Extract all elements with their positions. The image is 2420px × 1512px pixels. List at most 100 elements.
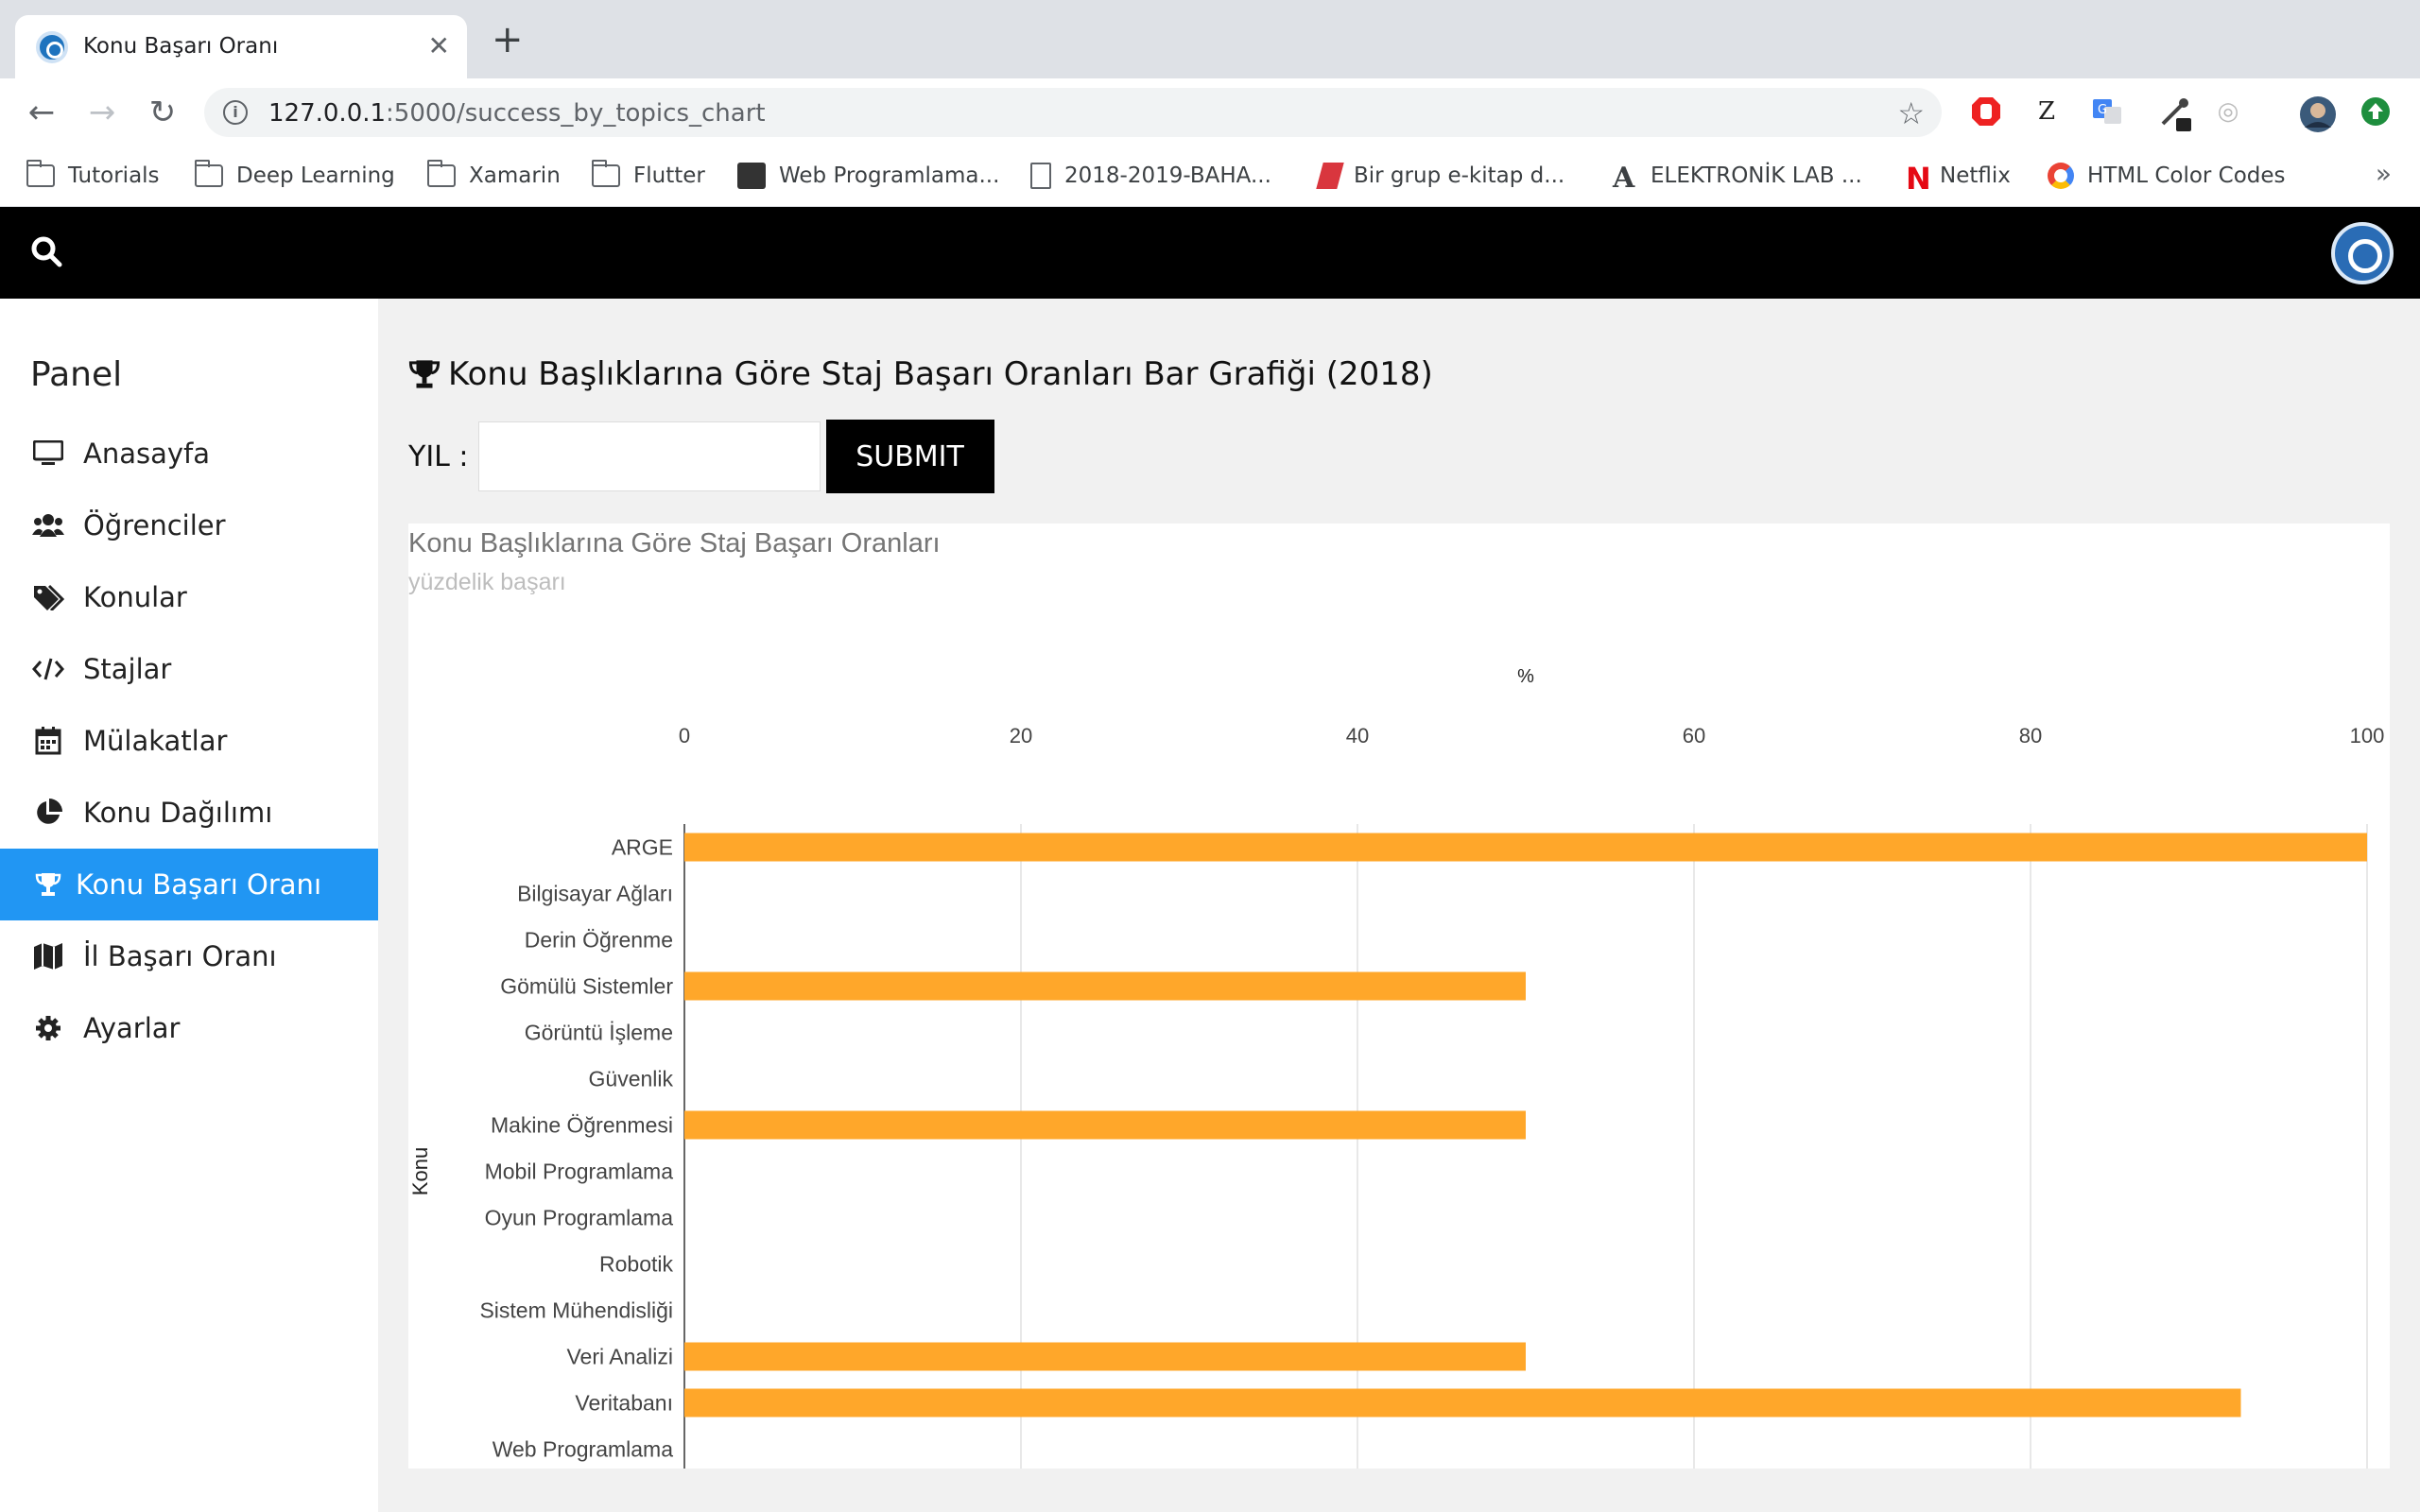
app-topbar: [0, 207, 2420, 299]
university-logo: [2331, 222, 2394, 284]
sidebar-item-konular[interactable]: Konular: [0, 561, 378, 633]
translate-extension-icon[interactable]: G: [2091, 95, 2123, 128]
y-axis-label: Konu: [408, 1147, 432, 1195]
adblock-extension-icon[interactable]: [1970, 95, 2002, 128]
calendar-icon: [32, 727, 64, 755]
camera-extension-icon[interactable]: ◎: [2212, 95, 2244, 128]
y-tick-label: Makine Öğrenmesi: [491, 1113, 673, 1138]
tab-title: Konu Başarı Oranı: [83, 34, 279, 59]
y-tick-label: Mobil Programlama: [485, 1160, 674, 1184]
web-bookmark-icon: [737, 163, 766, 189]
sidebar-item-stajlar[interactable]: Stajlar: [0, 633, 378, 705]
y-tick-label: ARGE: [612, 835, 673, 860]
bar: [684, 971, 1526, 1001]
chart-container: Konu Başlıklarına Göre Staj Başarı Oranl…: [408, 524, 2390, 1469]
y-tick-label: Gömülü Sistemler: [500, 974, 673, 999]
browser-tabstrip: Konu Başarı Oranı ✕ +: [0, 0, 2420, 78]
sidebar-item-il-basari-orani[interactable]: İl Başarı Oranı: [0, 920, 378, 992]
folder-icon: [592, 160, 620, 187]
address-bar[interactable]: i 127.0.0.1:5000/success_by_topics_chart…: [204, 88, 1942, 137]
svg-text:G: G: [2098, 103, 2107, 117]
bookmark-elektronik-lab[interactable]: A ELEKTRONİK LAB ...: [1613, 160, 1862, 195]
bookmark-flutter[interactable]: Flutter: [592, 160, 705, 192]
sidebar-item-ogrenciler[interactable]: Öğrenciler: [0, 490, 378, 561]
bookmark-xamarin[interactable]: Xamarin: [427, 160, 561, 192]
bar-chart: Konu Başlıklarına Göre Staj Başarı Oranl…: [408, 528, 2385, 1469]
bookmark-e-kitap[interactable]: Bir grup e-kitap d...: [1316, 160, 1564, 192]
x-axis-label: %: [1517, 666, 1534, 687]
y-tick-label: Derin Öğrenme: [525, 928, 673, 953]
url-text: 127.0.0.1:5000/success_by_topics_chart: [268, 99, 766, 128]
sidebar-item-anasayfa[interactable]: Anasayfa: [0, 418, 378, 490]
x-tick-label: 80: [2019, 724, 2042, 747]
bookmark-html-color-codes[interactable]: HTML Color Codes: [2048, 160, 2286, 192]
eyedropper-extension-icon[interactable]: [2157, 95, 2191, 131]
y-tick-label: Web Programlama: [493, 1437, 674, 1462]
y-tick-label: Veri Analizi: [566, 1345, 673, 1369]
bar: [684, 1110, 1526, 1140]
browser-tab[interactable]: Konu Başarı Oranı ✕: [15, 15, 467, 78]
update-arrow-icon[interactable]: [2360, 95, 2392, 128]
tags-icon: [32, 583, 64, 611]
site-info-icon[interactable]: i: [223, 100, 248, 125]
bookmark-netflix[interactable]: N Netflix: [1906, 160, 2011, 197]
document-icon: [1030, 163, 1051, 189]
site-favicon-icon: [36, 31, 68, 63]
bar: [684, 833, 2367, 862]
x-tick-label: 40: [1346, 724, 1369, 747]
x-tick-label: 100: [2350, 724, 2385, 747]
more-bookmarks-chevron-icon[interactable]: »: [2376, 158, 2392, 189]
trophy-icon: [32, 870, 64, 899]
year-input[interactable]: [477, 421, 821, 491]
bookmark-web-programlama[interactable]: Web Programlama...: [737, 160, 999, 192]
pie-chart-icon: [32, 799, 64, 827]
page-title-text: Konu Başlıklarına Göre Staj Başarı Oranl…: [448, 355, 1433, 393]
chart-title: Konu Başlıklarına Göre Staj Başarı Oranl…: [408, 528, 941, 558]
browser-toolbar: ← → ↻ i 127.0.0.1:5000/success_by_topics…: [0, 78, 2420, 146]
y-tick-label: Görüntü İşleme: [525, 1021, 673, 1045]
folder-icon: [195, 160, 223, 187]
x-tick-label: 60: [1683, 724, 1705, 747]
y-tick-label: Sistem Mühendisliği: [479, 1298, 673, 1323]
new-tab-plus-icon[interactable]: +: [492, 21, 524, 59]
bookmarks-bar: Tutorials Deep Learning Xamarin Flutter …: [0, 146, 2420, 207]
sidebar-item-ayarlar[interactable]: Ayarlar: [0, 992, 378, 1064]
search-icon[interactable]: [30, 235, 62, 267]
chart-subtitle: yüzdelik başarı: [408, 569, 566, 595]
x-tick-label: 0: [679, 724, 690, 747]
back-arrow-icon[interactable]: ←: [23, 94, 60, 131]
folder-icon: [26, 160, 55, 187]
trophy-icon: [408, 360, 441, 388]
bookmark-2018-2019[interactable]: 2018-2019-BAHA...: [1030, 160, 1271, 192]
forward-arrow-icon[interactable]: →: [83, 94, 121, 131]
code-icon: [32, 655, 64, 683]
bookmark-deep-learning[interactable]: Deep Learning: [195, 160, 395, 192]
bookmark-star-icon[interactable]: ☆: [1897, 95, 1925, 131]
sidebar-item-mulakatlar[interactable]: Mülakatlar: [0, 705, 378, 777]
sidebar-title: Panel: [30, 355, 123, 394]
folder-icon: [427, 160, 456, 187]
y-tick-label: Bilgisayar Ağları: [517, 882, 673, 906]
color-wheel-icon: [2048, 163, 2074, 189]
gear-icon: [32, 1014, 64, 1042]
bar: [684, 1388, 2241, 1418]
tab-close-icon[interactable]: ✕: [428, 30, 450, 61]
y-tick-label: Oyun Programlama: [485, 1206, 674, 1230]
bar: [684, 1342, 1526, 1371]
netflix-icon: N: [1906, 161, 1931, 197]
year-form: YIL : SUBMIT: [408, 420, 994, 493]
y-tick-label: Güvenlik: [589, 1067, 674, 1091]
sidebar: Panel Anasayfa Öğrenciler Konular Stajla…: [0, 299, 378, 1512]
bookmark-tutorials[interactable]: Tutorials: [26, 160, 160, 192]
letter-a-icon: A: [1613, 162, 1635, 195]
sidebar-item-konu-dagilimi[interactable]: Konu Dağılımı: [0, 777, 378, 849]
sidebar-item-konu-basari-orani[interactable]: Konu Başarı Oranı: [0, 849, 378, 920]
profile-avatar-icon[interactable]: [2299, 95, 2336, 132]
x-tick-label: 20: [1010, 724, 1032, 747]
submit-button[interactable]: SUBMIT: [825, 420, 994, 493]
z-extension-icon[interactable]: Z: [2031, 95, 2063, 128]
monitor-icon: [32, 439, 64, 468]
reload-icon[interactable]: ↻: [144, 94, 182, 131]
map-icon: [32, 942, 64, 971]
main-content: Konu Başlıklarına Göre Staj Başarı Oranl…: [378, 299, 2420, 1512]
